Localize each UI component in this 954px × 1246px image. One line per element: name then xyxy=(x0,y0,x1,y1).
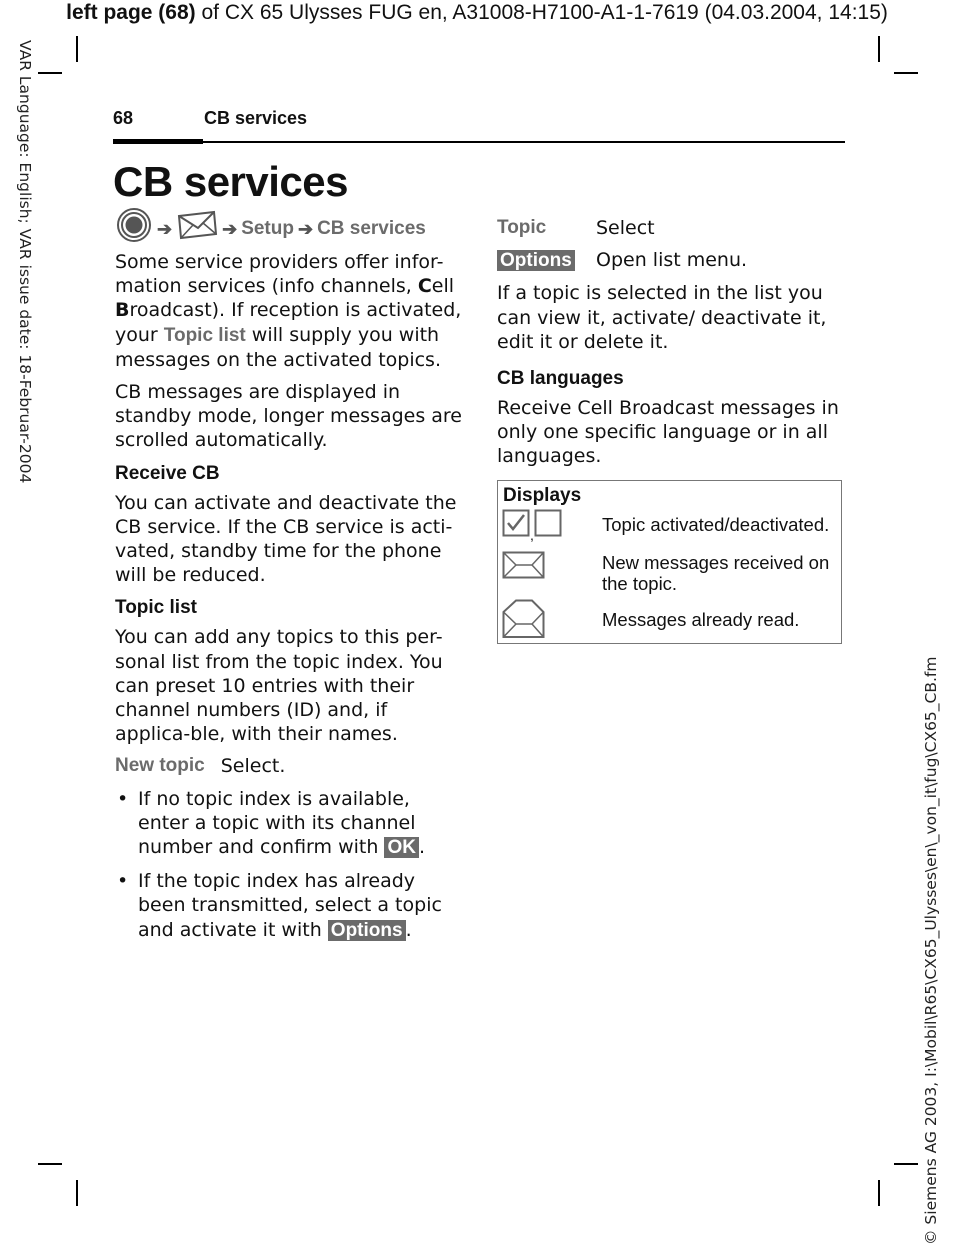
display-icons xyxy=(502,599,546,644)
displays-title: Displays xyxy=(503,485,582,506)
envelope-icon xyxy=(176,210,218,247)
display-desc: New messages received on the topic. xyxy=(602,552,830,594)
checkbox-empty-icon xyxy=(534,509,562,542)
menu-term-topic: Topic xyxy=(497,217,547,238)
intro-bold-letter: B xyxy=(115,299,130,322)
document-banner: left page (68) of CX 65 Ulysses FUG en, … xyxy=(0,0,954,26)
crop-mark xyxy=(38,72,62,74)
topic-list-paragraph: You can add any topics to this per-sonal… xyxy=(115,626,443,746)
header-rule xyxy=(203,141,845,143)
envelope-open-icon xyxy=(502,599,546,644)
crop-mark xyxy=(878,36,880,62)
new-topic-action: Select. xyxy=(220,755,286,778)
new-topic-steps: • If no topic index is available, enter … xyxy=(115,787,465,943)
running-head-section: CB services xyxy=(204,108,308,128)
crop-mark xyxy=(38,1163,62,1165)
topic-row: Topic Select xyxy=(497,216,847,240)
banner-page-ref: left page (68) xyxy=(66,1,196,24)
softkey-options: Options xyxy=(497,250,575,272)
topic-action: Select xyxy=(596,217,655,239)
list-item-end: . xyxy=(405,918,412,941)
crop-mark xyxy=(894,72,918,74)
list-item-text: If no topic index is available, enter a … xyxy=(138,787,416,859)
options-row: Options Open list menu. xyxy=(497,248,847,273)
crop-mark xyxy=(878,1180,880,1206)
envelope-closed-icon xyxy=(502,551,546,584)
displays-box: Displays , Topic activated/deactivated. xyxy=(497,480,842,644)
arrow-right-icon: ➔ xyxy=(157,218,173,239)
heading-topic-list: Topic list xyxy=(115,597,197,619)
page-number: 68 xyxy=(113,108,134,128)
display-desc: Messages already read. xyxy=(602,609,800,630)
topic-selected-paragraph: If a topic is selected in the list you c… xyxy=(497,282,827,353)
arrow-right-icon: ➔ xyxy=(222,218,238,239)
softkey-ok: OK xyxy=(384,837,419,859)
crop-mark xyxy=(76,36,78,62)
receive-cb-paragraph: You can activate and deactivate the CB s… xyxy=(115,491,457,587)
running-head: 68 CB services xyxy=(113,106,845,144)
margin-file-text: © Siemens AG 2003, I:\Mobil\R65\CX65_Uly… xyxy=(922,656,940,1246)
menu-term-new-topic: New topic xyxy=(115,755,205,777)
list-item-end: . xyxy=(418,836,425,859)
bullet-icon: • xyxy=(117,787,129,810)
display-icons: , xyxy=(502,509,562,542)
options-action: Open list menu. xyxy=(596,249,748,272)
standby-paragraph: CB messages are displayed in standby mod… xyxy=(115,381,463,452)
display-icons xyxy=(502,551,546,584)
header-rule-thick xyxy=(113,139,203,144)
options-term-cell: Options xyxy=(497,248,596,273)
menu-path-step: CB services xyxy=(317,217,426,239)
left-column: ➔ ➔ Setup ➔ CB services Some service pro… xyxy=(115,208,465,952)
intro-paragraph: Some service providers offer infor-matio… xyxy=(115,250,465,372)
margin-file-path: © Siemens AG 2003, I:\Mobil\R65\CX65_Uly… xyxy=(922,625,952,1246)
arrow-right-icon: ➔ xyxy=(297,218,314,239)
bullet-icon: • xyxy=(117,870,129,893)
display-row: New messages received on the topic. xyxy=(502,551,832,599)
list-item: • If the topic index has already been tr… xyxy=(115,869,465,943)
crop-mark xyxy=(894,1163,918,1165)
margin-var-info: VAR Language: English; VAR issue date: 1… xyxy=(8,40,34,510)
display-row: Messages already read. xyxy=(502,599,832,639)
new-topic-row: New topic Select. xyxy=(115,754,465,778)
navigation-key-icon xyxy=(115,207,153,250)
right-column: Topic Select Options Open list menu. If … xyxy=(497,214,847,477)
margin-var-text: VAR Language: English; VAR issue date: 1… xyxy=(16,40,34,484)
menu-path-step: Setup xyxy=(241,217,294,239)
heading-receive-cb: Receive CB xyxy=(115,462,220,484)
cb-languages-paragraph: Receive Cell Broadcast messages in only … xyxy=(497,397,839,468)
heading-cb-languages: CB languages xyxy=(497,368,624,390)
intro-text: ell xyxy=(431,275,455,298)
display-desc: Topic activated/deactivated. xyxy=(602,514,830,535)
intro-bold-letter: C xyxy=(417,275,432,298)
intro-text: Some service providers offer infor-matio… xyxy=(115,251,444,298)
list-item: • If no topic index is available, enter … xyxy=(115,787,465,861)
menu-path: ➔ ➔ Setup ➔ CB services xyxy=(115,208,465,244)
banner-doc-info: of CX 65 Ulysses FUG en, A31008-H7100-A1… xyxy=(195,1,888,24)
menu-term-topic-list: Topic list xyxy=(163,324,246,346)
page-title: CB services xyxy=(113,158,349,205)
softkey-options: Options xyxy=(327,919,406,941)
checkbox-checked-icon xyxy=(502,509,530,542)
crop-mark xyxy=(76,1180,78,1206)
display-row: , Topic activated/deactivated. xyxy=(502,509,832,542)
